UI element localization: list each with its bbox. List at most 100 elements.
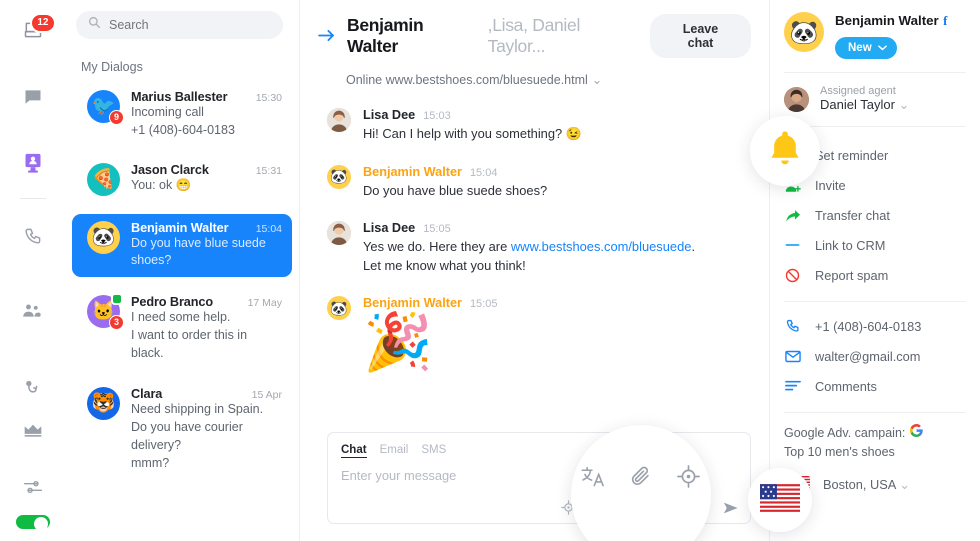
list-item[interactable]: 🐱 3 Pedro Branco 17 May I need some help… — [72, 288, 292, 369]
comments-icon — [784, 380, 801, 392]
availability-toggle[interactable] — [15, 515, 50, 531]
avatar: 🐼 — [327, 164, 351, 189]
left-rail: 12 — [0, 0, 65, 541]
contact-comments[interactable]: Comments — [784, 371, 966, 401]
location-row[interactable]: Boston, USA ⌄ — [770, 463, 980, 494]
action-invite[interactable]: Invite — [784, 170, 966, 200]
message-link[interactable]: www.bestshoes.com/bluesuede — [511, 239, 692, 254]
inbox-icon[interactable]: 12 — [12, 13, 56, 47]
chevron-down-icon[interactable]: ⌄ — [899, 97, 910, 112]
bell-icon — [784, 147, 801, 163]
assigned-agent-body: Assigned agent Daniel Taylor ⌄ — [820, 85, 909, 113]
tab-sms[interactable]: SMS — [421, 444, 446, 458]
translate-icon[interactable] — [593, 500, 610, 515]
analytics-icon[interactable] — [12, 369, 54, 402]
avatar-emoji: 🐼 — [330, 299, 348, 316]
chevron-down-icon[interactable]: ⌄ — [592, 73, 602, 87]
message-author: Benjamin Walter — [363, 164, 462, 179]
list-item[interactable]: 🍕 Jason Clarck 15:31 You: ok 😁 — [72, 156, 292, 203]
send-icon[interactable] — [723, 501, 739, 515]
tab-email[interactable]: Email — [380, 444, 409, 458]
tab-chat[interactable]: Chat — [341, 444, 367, 458]
knowledge-icon[interactable] — [659, 500, 674, 515]
location-label: Boston, USA ⌄ — [823, 477, 910, 493]
message-input[interactable]: Enter your message — [341, 468, 737, 483]
leave-chat-button[interactable]: Leave chat — [650, 14, 751, 58]
emoji-icon[interactable] — [627, 500, 642, 515]
status-badge[interactable]: New — [835, 37, 897, 59]
avatar: 🍕 — [87, 162, 120, 196]
list-item-body: Marius Ballester 15:30 Incoming call +1 … — [131, 90, 282, 140]
list-item[interactable]: 🐦 9 Marius Ballester 15:30 Incoming call… — [72, 83, 292, 147]
message-composer[interactable]: Chat Email SMS Enter your message — [327, 432, 751, 524]
message-time: 15:05 — [423, 223, 451, 236]
app-root: 12 Search My Dialogs 🐦 9 Marius Balleste… — [0, 0, 980, 541]
contact-card-icon[interactable] — [12, 147, 54, 180]
action-link-to-crm[interactable]: Link to CRM — [784, 230, 966, 260]
chat-panel: Benjamin Walter ,Lisa, Daniel Taylor... … — [300, 0, 770, 541]
list-item-preview: I want to order this in black. — [131, 327, 248, 360]
crown-icon[interactable] — [12, 414, 54, 447]
message-author: Benjamin Walter — [363, 296, 462, 311]
list-item-preview: Incoming call — [131, 105, 204, 119]
search-input[interactable] — [109, 18, 271, 32]
list-item-body: Pedro Branco 17 May I need some help. I … — [131, 295, 282, 362]
phone-icon[interactable] — [12, 220, 54, 253]
action-report-spam[interactable]: Report spam — [784, 260, 966, 290]
avatar-emoji: 🐯 — [91, 393, 116, 415]
avatar: 🐱 3 — [87, 293, 124, 330]
contact-methods: +1 (408)-604-0183 walter@gmail.com Comme… — [770, 302, 980, 401]
google-g-icon — [910, 423, 924, 443]
assigned-agent[interactable]: Assigned agent Daniel Taylor ⌄ — [770, 73, 980, 113]
chat-status[interactable]: Online www.bestshoes.com/bluesuede.html ⌄ — [318, 58, 751, 87]
chat-status-text: Online www.bestshoes.com/bluesuede.html — [346, 73, 588, 87]
target-icon[interactable] — [561, 500, 576, 515]
online-indicator — [111, 293, 123, 305]
avatar-emoji: 🐼 — [330, 168, 348, 185]
chat-bubble-icon[interactable] — [12, 81, 54, 114]
list-item-preview: +1 (408)-604-0183 — [131, 122, 235, 137]
contact-email[interactable]: walter@gmail.com — [784, 341, 966, 371]
mail-icon — [784, 350, 801, 363]
unread-badge: 3 — [109, 315, 124, 330]
action-label: Invite — [815, 177, 846, 193]
action-label: Report spam — [815, 267, 889, 283]
action-label: Transfer chat — [815, 207, 890, 223]
message-body: Lisa Dee 15:05 Yes we do. Here they are … — [363, 221, 695, 275]
list-item-name: Marius Ballester — [131, 90, 228, 104]
settings-sliders-icon[interactable] — [12, 471, 54, 504]
list-item-time: 15:04 — [255, 222, 282, 235]
attachment-icon[interactable] — [691, 500, 706, 515]
contact-phone[interactable]: +1 (408)-604-0183 — [784, 311, 966, 341]
message-emoji: 🎉 — [363, 310, 433, 374]
link-icon — [784, 241, 801, 249]
user-plus-icon — [784, 178, 801, 193]
list-item[interactable]: 🐯 Clara 15 Apr Need shipping in Spain. D… — [72, 380, 292, 479]
action-set-reminder[interactable]: Set reminder — [784, 140, 966, 170]
usa-flag-icon — [784, 475, 810, 494]
message-text-line2: Let me know what you think! — [363, 257, 526, 273]
chat-participants: ,Lisa, Daniel Taylor... — [487, 15, 581, 56]
avatar: 🐼 — [784, 12, 824, 52]
list-item-body: Jason Clarck 15:31 You: ok 😁 — [131, 163, 282, 195]
list-item-preview: Do you have blue suede — [131, 235, 266, 250]
message-time: 15:05 — [469, 298, 498, 311]
message-list: Lisa Dee 15:03 Hi! Can I help with you s… — [300, 87, 769, 432]
list-item-time: 15:30 — [255, 92, 282, 104]
chat-header: Benjamin Walter ,Lisa, Daniel Taylor... … — [300, 0, 769, 87]
list-item-preview: Need shipping in Spain. — [131, 402, 264, 417]
status-badge-label: New — [848, 42, 872, 54]
people-icon[interactable] — [12, 295, 54, 328]
assigned-agent-name: Daniel Taylor ⌄ — [820, 97, 909, 113]
arrow-right-icon[interactable] — [318, 28, 335, 45]
message-body: Benjamin Walter 15:05 🎉 — [363, 296, 497, 372]
list-item-preview: Do you have courier delivery? — [131, 420, 243, 452]
search-box[interactable] — [76, 11, 283, 39]
message-text-suffix: . — [691, 239, 696, 255]
message-time: 15:04 — [469, 166, 498, 179]
contact-email-label: walter@gmail.com — [815, 348, 921, 364]
list-item-benjamin-walter[interactable]: 🐼 Benjamin Walter 15:04 Do you have blue… — [72, 213, 292, 277]
chevron-down-icon[interactable]: ⌄ — [899, 477, 910, 492]
action-transfer-chat[interactable]: Transfer chat — [784, 200, 966, 230]
composer-wrap: Chat Email SMS Enter your message — [300, 432, 769, 541]
